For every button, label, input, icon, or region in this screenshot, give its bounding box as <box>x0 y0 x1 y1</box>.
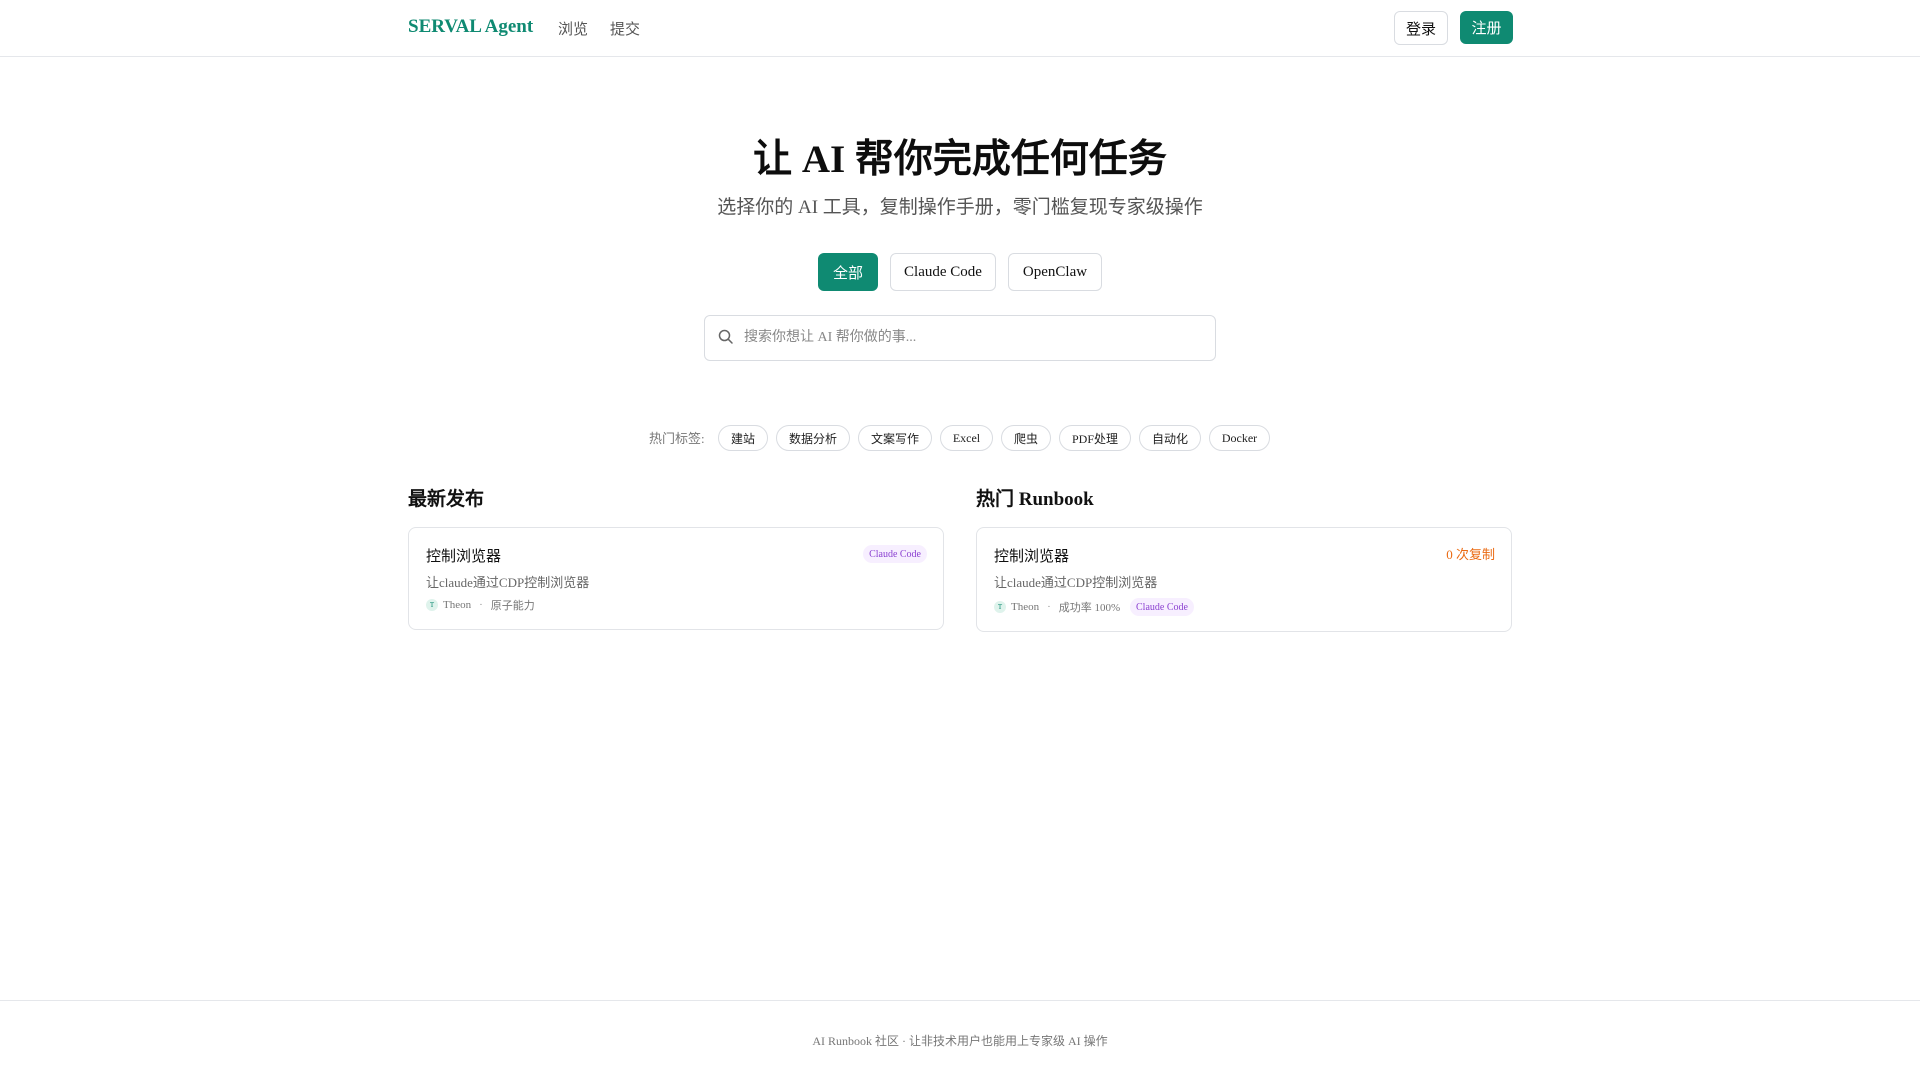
tag-chip[interactable]: 文案写作 <box>858 425 932 451</box>
hero-title: 让 AI 帮你完成任何任务 <box>753 138 1167 181</box>
footer: AI Runbook 社区 · 让非技术用户也能用上专家级 AI 操作 <box>0 1000 1920 1080</box>
filter-all-button[interactable]: 全部 <box>818 253 878 291</box>
author-name: Theon <box>1011 601 1040 613</box>
tag-chip[interactable]: 建站 <box>718 425 768 451</box>
avatar: T <box>426 599 438 611</box>
hot-runbook-card[interactable]: 控制浏览器 0 次复制 让claude通过CDP控制浏览器 T Theon · … <box>976 527 1512 632</box>
filter-openclaw-button[interactable]: OpenClaw <box>1008 253 1102 291</box>
tool-badge: Claude Code <box>863 545 927 563</box>
avatar: T <box>994 601 1006 613</box>
card-title: 控制浏览器 <box>426 549 502 565</box>
latest-runbook-card[interactable]: 控制浏览器 Claude Code 让claude通过CDP控制浏览器 T Th… <box>408 527 944 630</box>
nav-browse[interactable]: 浏览 <box>558 18 588 39</box>
card-meta: T Theon · 成功率 100% <box>994 599 1120 615</box>
card-description: 让claude通过CDP控制浏览器 <box>426 575 590 590</box>
search-icon <box>718 329 733 344</box>
login-button[interactable]: 登录 <box>1394 11 1448 45</box>
footer-text: AI Runbook 社区 · 让非技术用户也能用上专家级 AI 操作 <box>812 1034 1108 1048</box>
success-rate: 成功率 100% <box>1058 602 1121 614</box>
card-title: 控制浏览器 <box>994 549 1070 565</box>
tag-chip[interactable]: Excel <box>940 425 993 451</box>
tag-chip[interactable]: PDF处理 <box>1059 425 1131 451</box>
signup-button[interactable]: 注册 <box>1460 11 1513 44</box>
card-meta: T Theon · 原子能力 <box>426 597 535 613</box>
copy-count: 0 次复制 <box>1446 547 1495 562</box>
tool-badge: Claude Code <box>1130 598 1194 616</box>
tag-chip[interactable]: 自动化 <box>1139 425 1201 451</box>
tag-chip[interactable]: 数据分析 <box>776 425 850 451</box>
author-name: Theon <box>443 599 472 611</box>
meta-separator: · <box>1047 601 1051 613</box>
latest-section-title: 最新发布 <box>408 489 485 510</box>
nav-submit[interactable]: 提交 <box>610 18 640 39</box>
filter-claude-code-button[interactable]: Claude Code <box>890 253 996 291</box>
top-navbar: SERVAL Agent 浏览 提交 登录 注册 <box>0 0 1920 57</box>
hero-subtitle: 选择你的 AI 工具，复制操作手册，零门槛复现专家级操作 <box>717 197 1203 218</box>
brand-logo[interactable]: SERVAL Agent <box>408 16 533 38</box>
category-label: 原子能力 <box>490 600 535 612</box>
hot-tags-label: 热门标签: <box>649 431 705 446</box>
tag-chip[interactable]: 爬虫 <box>1001 425 1051 451</box>
search-input[interactable] <box>744 324 1204 352</box>
hot-section-title: 热门 Runbook <box>976 489 1094 510</box>
meta-separator: · <box>479 599 483 611</box>
card-description: 让claude通过CDP控制浏览器 <box>994 575 1158 590</box>
search-box[interactable] <box>704 315 1216 361</box>
tag-chip[interactable]: Docker <box>1209 425 1270 451</box>
